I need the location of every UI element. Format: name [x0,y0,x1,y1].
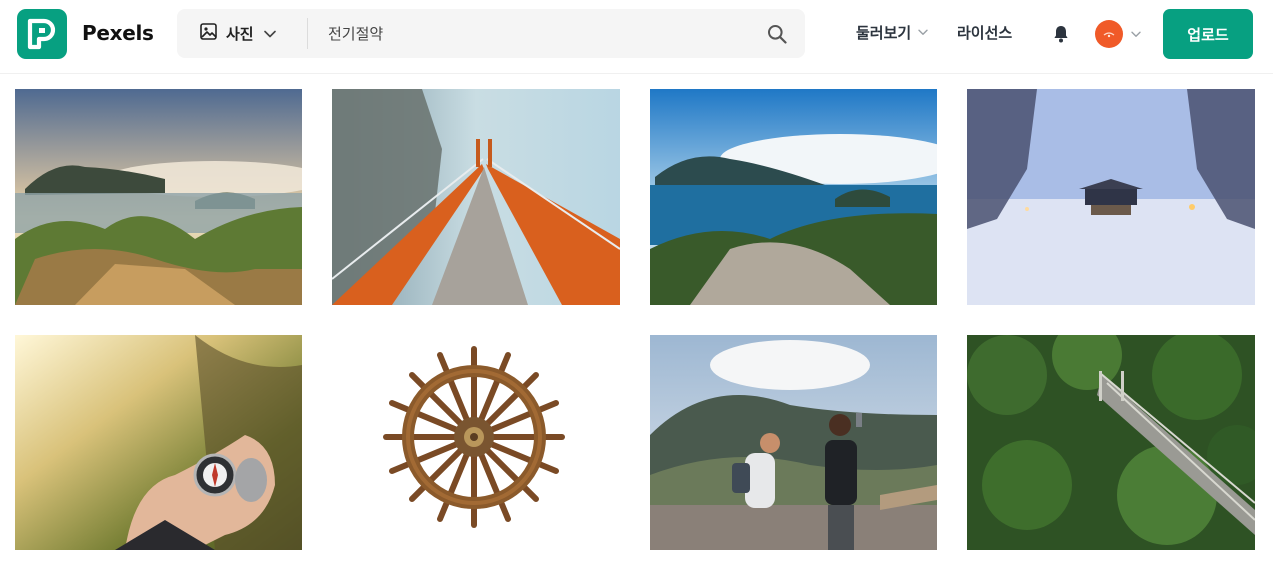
photo-card[interactable] [967,335,1255,550]
nav-license[interactable]: 라이선스 [957,22,1012,43]
search-input[interactable] [317,9,747,58]
pexels-logo-icon[interactable] [17,9,67,59]
chevron-down-icon [918,29,928,36]
photo-card[interactable] [650,89,937,305]
search-bar: 사진 [177,9,805,58]
search-icon[interactable] [765,22,789,46]
photo-card[interactable] [332,335,620,550]
photo-card[interactable] [650,335,937,550]
upload-button[interactable]: 업로드 [1163,9,1253,59]
photo-card[interactable] [332,89,620,305]
brand-name[interactable]: Pexels [82,21,154,45]
search-divider [307,18,308,49]
nav-explore-label: 둘러보기 [856,24,912,42]
image-icon [200,23,217,44]
top-header: Pexels 사진 둘러보기 [0,0,1273,74]
chevron-down-icon [1131,31,1141,38]
bell-icon[interactable] [1051,24,1071,44]
photo-card[interactable] [15,89,302,305]
user-menu[interactable] [1095,20,1141,48]
nav-explore[interactable]: 둘러보기 [856,22,928,43]
photo-card[interactable] [15,335,302,550]
avatar [1095,20,1123,48]
search-type-label: 사진 [226,25,254,43]
photo-card[interactable] [967,89,1255,305]
search-type-dropdown[interactable]: 사진 [177,9,307,58]
chevron-down-icon [263,30,276,38]
